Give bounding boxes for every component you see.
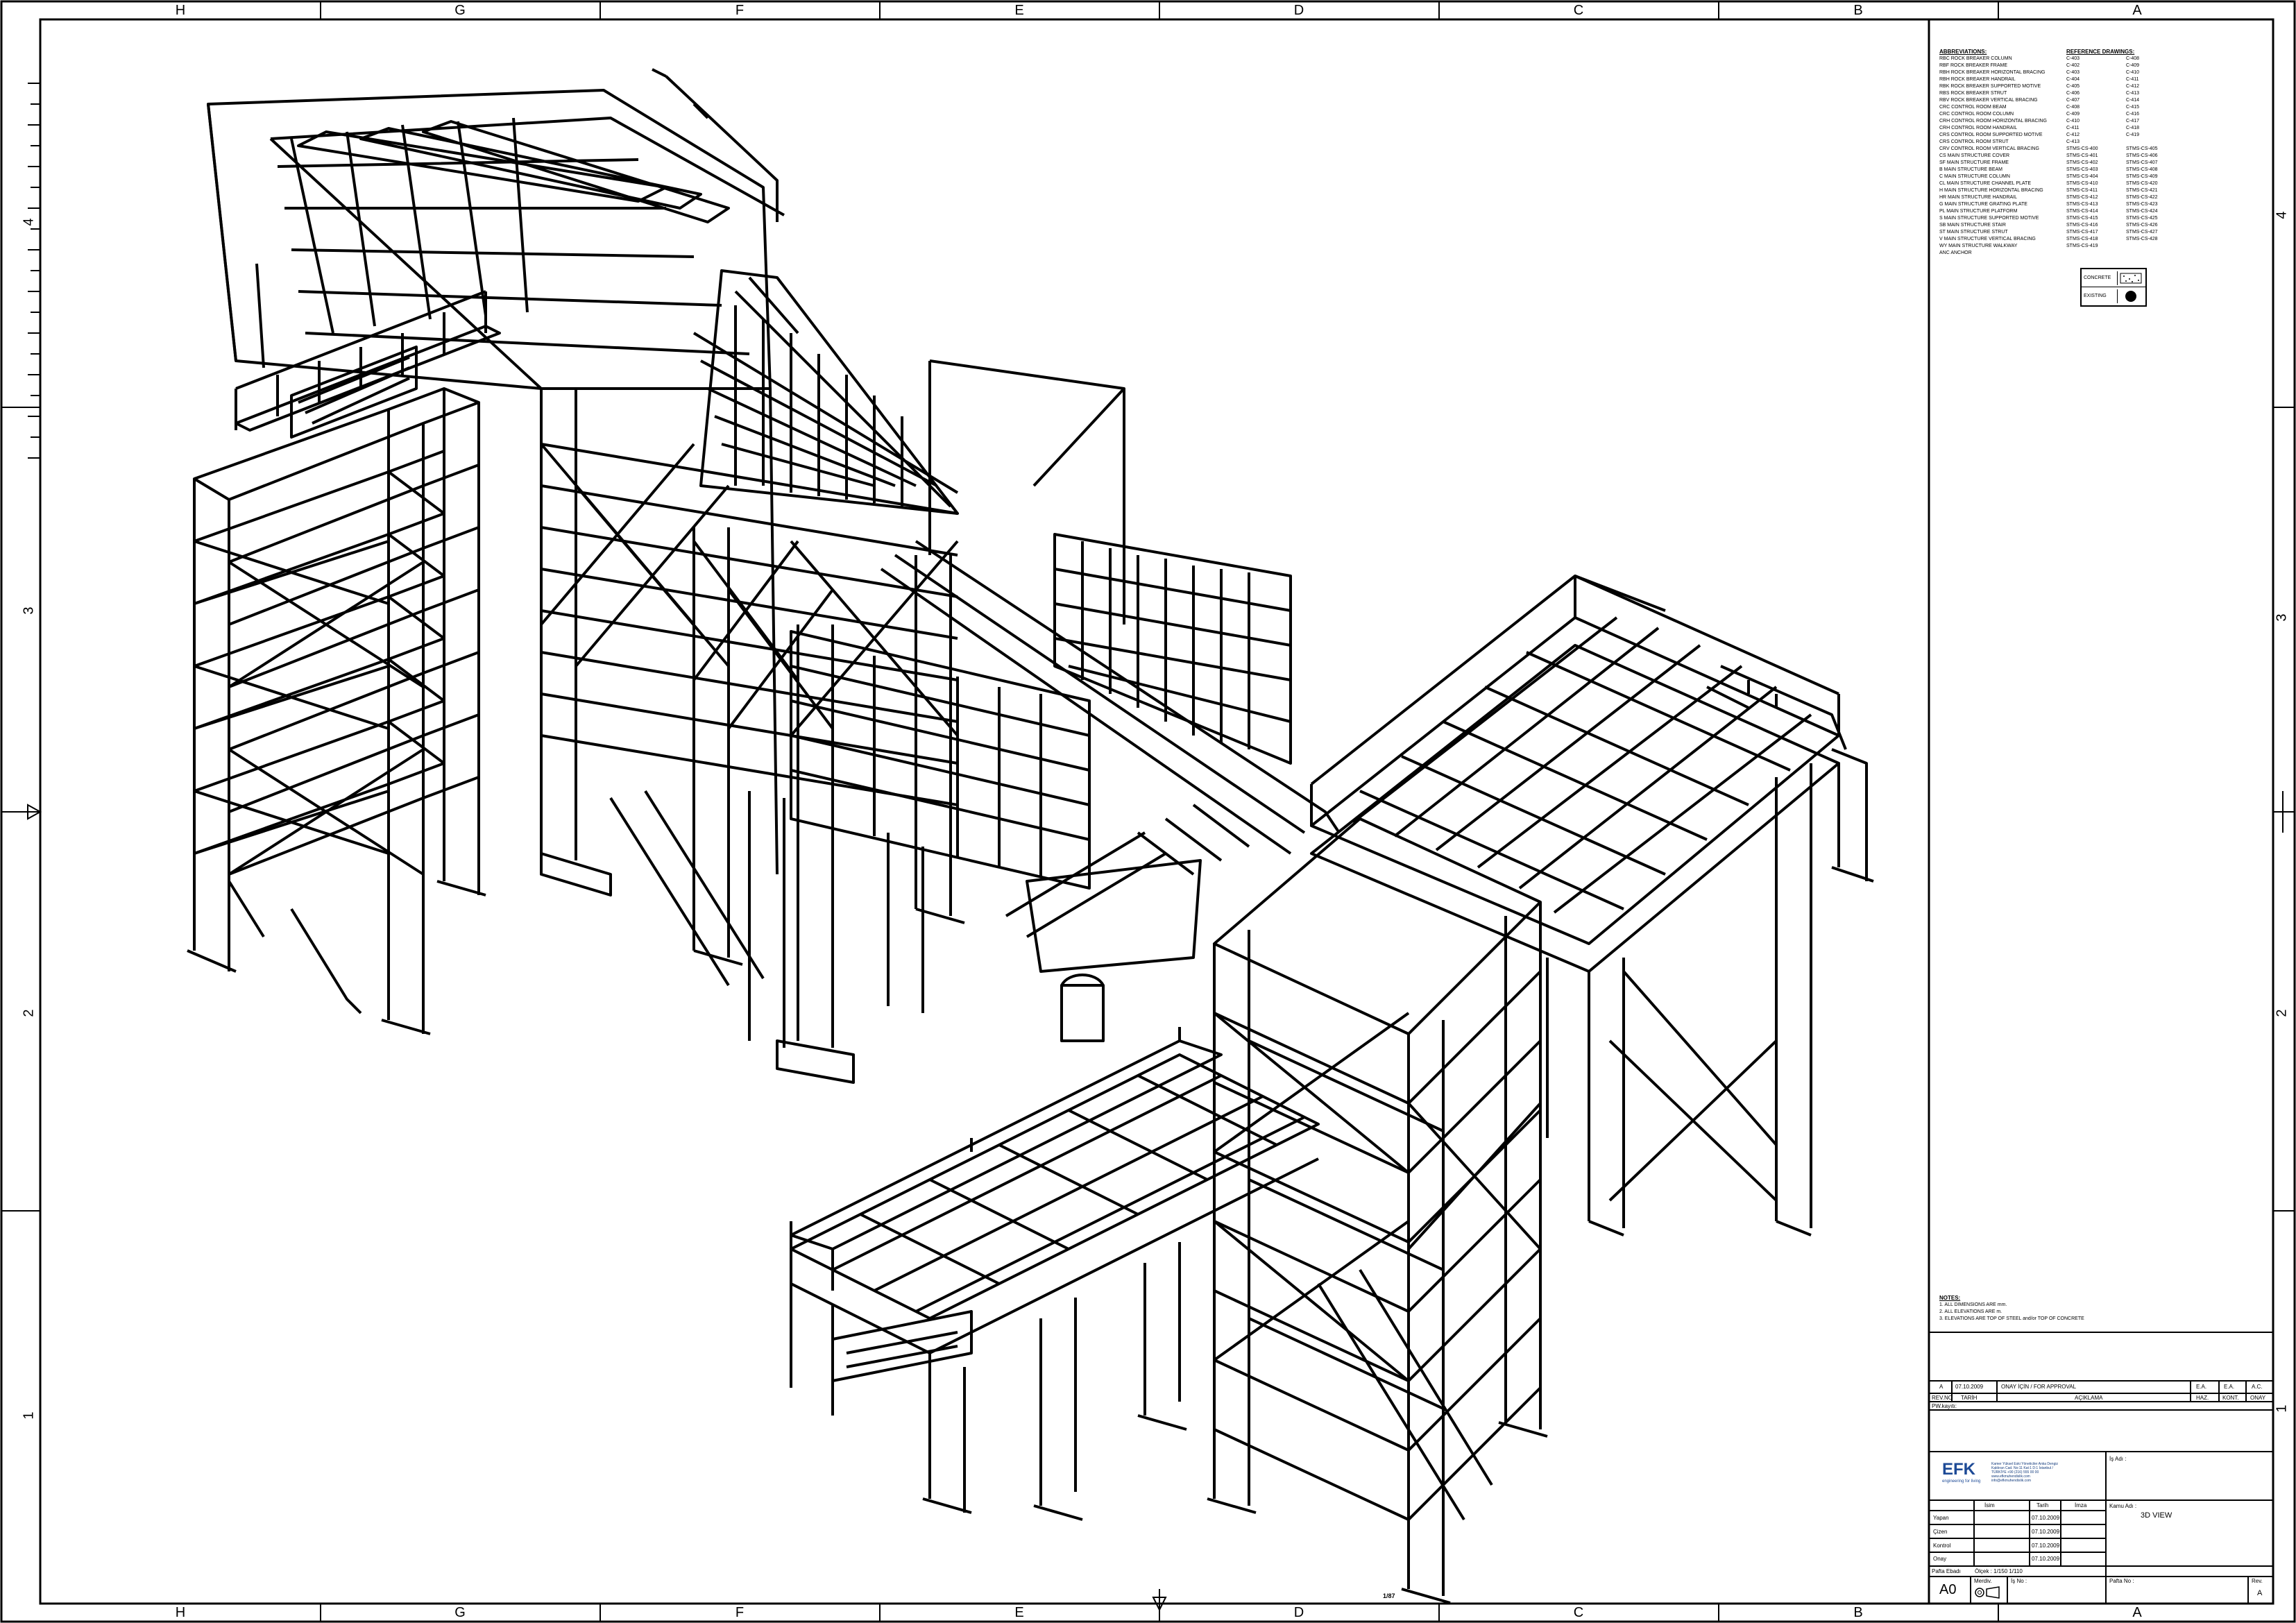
revision-checked: E.A. bbox=[2224, 1384, 2235, 1390]
revision-approved: A.C. bbox=[2252, 1384, 2263, 1390]
job-number-label: İş No : bbox=[2011, 1578, 2027, 1584]
company-logo: EFK engineering for living bbox=[1941, 1459, 1984, 1484]
signoff-date: 07.10.2009 bbox=[2032, 1515, 2060, 1521]
revision-header-approved: ONAY bbox=[2250, 1395, 2266, 1401]
logo-text: EFK bbox=[1942, 1460, 1976, 1479]
revision-date: 07.10.2009 bbox=[1955, 1384, 1984, 1390]
signoff-date: 07.10.2009 bbox=[2032, 1529, 2060, 1535]
signoff-role: Çizen bbox=[1933, 1529, 1948, 1535]
drawing-title: 3D VIEW bbox=[2141, 1511, 2172, 1520]
revision-letter: A bbox=[1939, 1384, 1944, 1390]
revision-header-rev: REV.NO bbox=[1932, 1395, 1953, 1401]
revision-label: Rev. bbox=[2252, 1578, 2263, 1584]
title-block-grid bbox=[1929, 1332, 2273, 1604]
sheet-size-label: Pafta Ebadı bbox=[1932, 1568, 1961, 1574]
signoff-date: 07.10.2009 bbox=[2032, 1556, 2060, 1562]
revision-header-description: AÇIKLAMA bbox=[2075, 1395, 2103, 1401]
projection-symbol-icon bbox=[1974, 1586, 2002, 1603]
revision-header-date: TARİH bbox=[1961, 1395, 1978, 1401]
sheet-size: A0 bbox=[1939, 1582, 1957, 1597]
revision-header-checked: KONT. bbox=[2222, 1395, 2239, 1401]
project-name-label: İş Adı : bbox=[2109, 1456, 2127, 1462]
signoff-date: 07.10.2009 bbox=[2032, 1543, 2060, 1549]
scale-mark: 1/87 bbox=[1383, 1592, 1395, 1599]
revision-description: ONAY İÇİN / FOR APPROVAL bbox=[2001, 1384, 2077, 1390]
logo-tagline: engineering for living bbox=[1942, 1479, 1980, 1484]
signoff-role: Kontrol bbox=[1933, 1543, 1951, 1549]
pw-record-label: PW.kayıtı: bbox=[1932, 1403, 1957, 1409]
drawing-name-label: Kamu Adı : bbox=[2109, 1503, 2137, 1509]
signoff-role: Onay bbox=[1933, 1556, 1947, 1562]
stair-label: Merdiv. bbox=[1974, 1578, 1992, 1584]
revision-prepared: E.A. bbox=[2196, 1384, 2207, 1390]
signoff-header-name: İsim bbox=[1984, 1502, 1995, 1509]
revision-value: A bbox=[2257, 1589, 2263, 1597]
signoff-header-signature: İmza bbox=[2075, 1502, 2087, 1509]
scale-label: Ölçek : 1/150 1/110 bbox=[1975, 1568, 2023, 1574]
signoff-role: Yapan bbox=[1933, 1515, 1949, 1521]
sheet-number-label: Pafta No : bbox=[2109, 1578, 2134, 1584]
signoff-header-date: Tarih bbox=[2036, 1502, 2049, 1509]
company-info: Kamer Yüksel Eski Yöneticiler Anka Dengi… bbox=[1991, 1462, 2058, 1483]
revision-header-prepared: HAZ. bbox=[2196, 1395, 2209, 1401]
